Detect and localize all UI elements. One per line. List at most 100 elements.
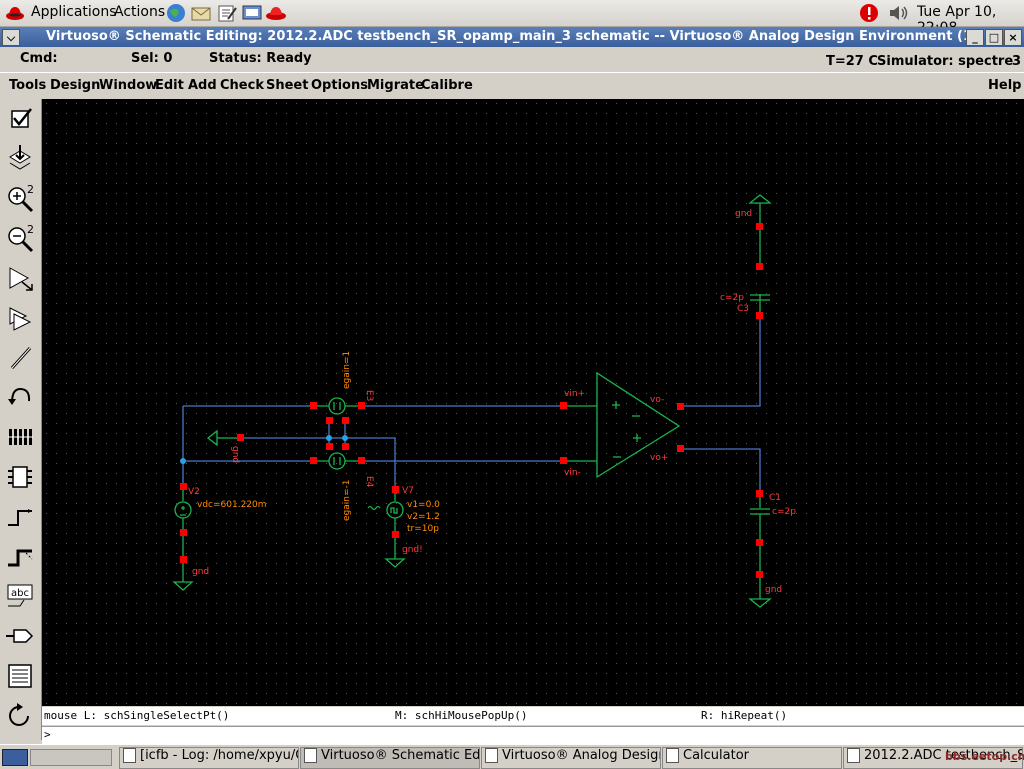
c3-value: c=2p [720,293,744,303]
task-schematic-editing[interactable]: Virtuoso® Schematic Editi [300,747,480,769]
instance-icon[interactable] [3,460,37,494]
selection-count: Sel: 0 [131,51,173,66]
c1-name: C1 [769,493,781,503]
v2-name: V2 [188,487,200,497]
menu-help[interactable]: Help [988,78,1021,93]
window-titlebar[interactable]: ⌵ Virtuoso® Schematic Editing: 2012.2.AD… [0,27,1024,47]
status-text: Status: Ready [209,51,312,66]
menu-tools[interactable]: Tools [9,78,46,93]
menu-add[interactable]: Add [188,78,217,93]
actions-menu[interactable]: Actions [114,4,165,20]
browser-icon[interactable] [166,3,186,23]
property-icon[interactable] [3,420,37,454]
label-icon[interactable]: abc [3,579,37,613]
copy-icon[interactable] [3,301,37,335]
v7-v1: v1=0.0 [407,500,440,510]
pin-icon[interactable] [3,619,37,653]
show-desktop-button[interactable] [2,749,28,766]
wire-narrow-icon[interactable] [3,500,37,534]
presentation-icon[interactable] [241,3,262,23]
hint-left: mouse L: schSingleSelectPt() [44,709,230,722]
menu-check[interactable]: Check [220,78,264,93]
task-analog-design[interactable]: Virtuoso® Analog Design E [481,747,661,769]
v7-gnd-label: gnd! [402,545,423,555]
menu-calibre[interactable]: Calibre [421,78,473,93]
left-toolbar: 2 2 abc [0,99,42,740]
vo-plus-label: vo+ [650,453,668,463]
vin-plus-label: vin+ [564,389,585,399]
update-alert-icon[interactable] [859,3,879,23]
e4-name: E4 [364,476,374,488]
menu-migrate[interactable]: Migrate [367,78,424,93]
status-bar: Cmd: Sel: 0 Status: Ready T=27 C Simulat… [0,48,1024,70]
mail-icon[interactable] [190,3,211,23]
command-prompt: > [44,728,51,741]
redhat-icon[interactable] [5,4,25,22]
menu-window[interactable]: Window [99,78,157,93]
e-gnd-label: gnd [230,446,240,463]
zoom-out-icon[interactable]: 2 [3,221,37,255]
minimize-button[interactable]: _ [966,29,984,46]
mouse-hints: mouse L: schSingleSelectPt() M: schHiMou… [42,707,1024,725]
command-line[interactable]: > [42,726,1024,744]
e4-param: egain=-1 [342,480,352,521]
c3-gnd-label: gnd [735,209,752,219]
volume-icon[interactable] [888,4,910,22]
cmd-label: Cmd: [20,51,58,66]
menu-design[interactable]: Design [50,78,100,93]
check-icon[interactable] [3,102,37,136]
menu-options[interactable]: Options [311,78,368,93]
wire-wide-icon[interactable] [3,540,37,574]
e3-name: E3 [364,390,374,401]
window-icon [123,748,136,763]
menu-edit[interactable]: Edit [155,78,184,93]
v2-gnd-label: gnd [192,567,209,577]
repeat-icon[interactable] [3,699,37,733]
menu-sheet[interactable]: Sheet [266,78,308,93]
stretch-icon[interactable] [3,261,37,295]
window-icon [304,748,317,763]
grid [42,99,1024,706]
vo-minus-label: vo- [650,395,664,405]
label-icon-text: abc [11,588,29,599]
zoom-out-factor: 2 [27,223,34,236]
maximize-button[interactable]: □ [985,29,1003,46]
taskbar: [icfb - Log: /home/xpyu/CD Virtuoso® Sch… [0,744,1024,769]
redhat-network-icon[interactable] [265,3,286,23]
hint-middle: M: schHiMousePopUp() [395,709,528,722]
v7-name: V7 [402,486,414,496]
c1-value: c=2p [772,507,796,517]
workspace-switcher[interactable] [30,749,112,766]
temperature: T=27 C [826,54,878,69]
zoom-in-factor: 2 [27,183,34,196]
schematic-svg[interactable]: gnd c=2p C3 C1 c=2p gnd vin+ vin- vo- vo… [42,99,1024,706]
task-calculator[interactable]: Calculator [662,747,842,769]
task-icfb-log[interactable]: [icfb - Log: /home/xpyu/CD [119,747,299,769]
window-title: Virtuoso® Schematic Editing: 2012.2.ADC … [46,29,978,44]
v7-tr: tr=10p [407,524,439,534]
c1-gnd-label: gnd [765,585,782,595]
hint-right: R: hiRepeat() [701,709,788,722]
v7-v2: v2=1.2 [407,512,440,522]
simulator: Simulator: spectre [877,54,1014,69]
save-icon[interactable] [3,659,37,693]
window-icon [847,748,860,763]
zoom-in-icon[interactable]: 2 [3,181,37,215]
descend-icon[interactable] [3,142,37,176]
window-icon [485,748,498,763]
e3-param: egain=1 [342,351,352,389]
wire-icon[interactable] [3,341,37,375]
watermark: bbs.eetop.cn [945,750,1024,763]
v2-param: vdc=601.220m [197,500,267,510]
menu-bar: Tools Design Window Edit Add Check Sheet… [0,72,1024,100]
applications-menu[interactable]: Applications [31,4,117,20]
window-icon [666,748,679,763]
top-panel: Applications Actions Tue Apr 10, 22:08 [0,0,1024,36]
writer-icon[interactable] [216,3,237,23]
vin-minus-label: vin- [564,468,581,478]
schematic-canvas[interactable]: gnd c=2p C3 C1 c=2p gnd vin+ vin- vo- vo… [42,99,1024,706]
undo-icon[interactable] [3,380,37,414]
close-button[interactable]: × [1004,29,1022,46]
c3-name: C3 [737,304,749,314]
window-number: 3 [1012,54,1022,69]
